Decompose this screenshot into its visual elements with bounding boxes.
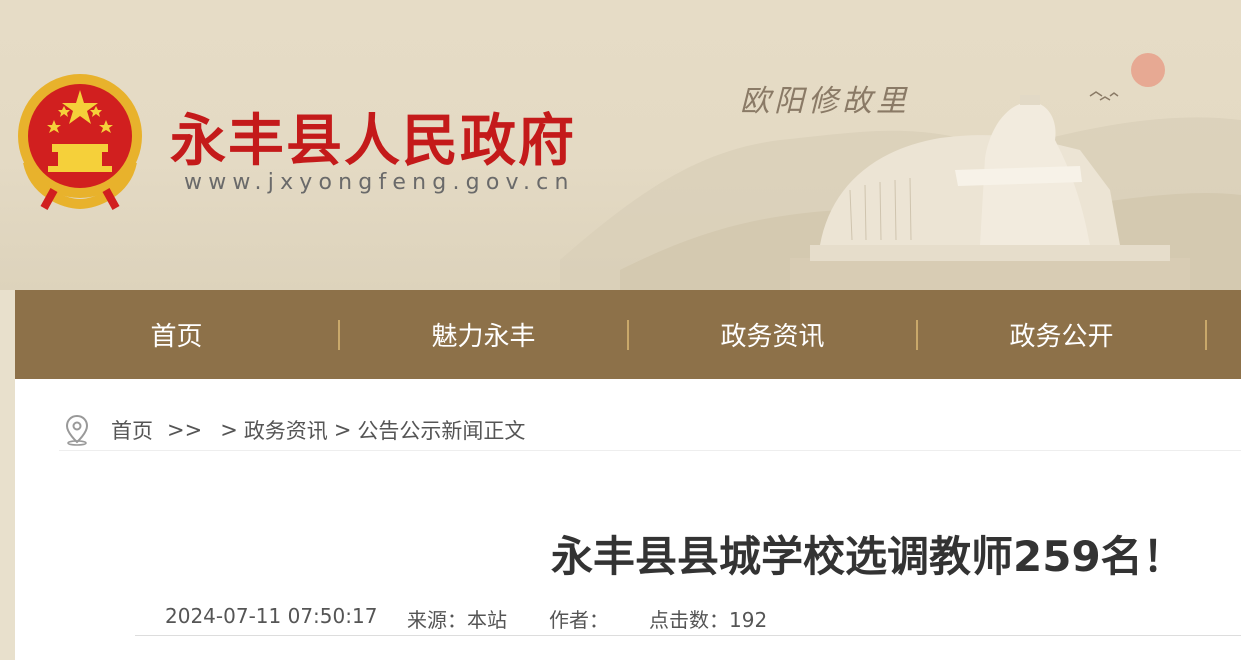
- breadcrumb-section-link[interactable]: 政务资讯: [244, 415, 328, 445]
- article-datetime: 2024-07-11 07:50:17: [165, 604, 378, 628]
- site-title: 永丰县人民政府: [170, 108, 576, 174]
- site-url: www.jxyongfeng.gov.cn: [184, 170, 575, 195]
- nav-item-home[interactable]: 首页: [15, 290, 338, 379]
- nav-divider: [1205, 319, 1207, 350]
- breadcrumb: 首页 >> > 政务资讯 > 公告公示新闻正文: [59, 409, 1241, 451]
- article-title: 永丰县县城学校选调教师259名！: [551, 532, 1185, 581]
- breadcrumb-current-page: 公告公示新闻正文: [357, 418, 526, 443]
- location-pin-icon: [65, 414, 89, 446]
- article-author: 作者：: [549, 608, 609, 632]
- article-meta: 2024-07-11 07:50:17 来源：本站 作者： 点击数：192: [135, 604, 1241, 636]
- statue-illustration: [790, 95, 1190, 290]
- breadcrumb-separator: >: [333, 417, 352, 442]
- nav-item-government-disclosure[interactable]: 政务公开: [918, 290, 1205, 379]
- nav-item-charm-yongfeng[interactable]: 魅力永丰: [340, 290, 627, 379]
- main-content: 首页 >> > 政务资讯 > 公告公示新闻正文 永丰县县城学校选调教师259名！…: [15, 379, 1241, 660]
- national-emblem-icon: [18, 74, 142, 210]
- breadcrumb-home-link[interactable]: 首页: [111, 415, 153, 445]
- nav-item-government-news[interactable]: 政务资讯: [629, 290, 916, 379]
- article-click-count: 点击数：192: [649, 608, 768, 632]
- main-nav: 首页 魅力永丰 政务资讯 政务公开: [15, 290, 1241, 379]
- site-header: 永丰县人民政府 www.jxyongfeng.gov.cn 欧阳修故里: [0, 0, 1241, 290]
- article-source: 来源：本站: [407, 608, 507, 632]
- breadcrumb-separator: >: [220, 417, 238, 442]
- breadcrumb-separator: >>: [167, 417, 203, 442]
